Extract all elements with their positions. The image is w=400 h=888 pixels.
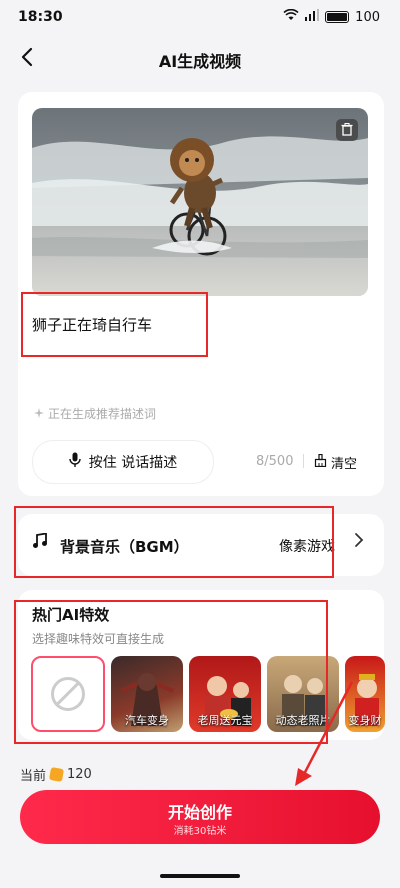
start-cost: 消耗30钻米: [173, 826, 227, 837]
suggest-text: 正在生成推荐描述词: [48, 407, 157, 421]
voice-input-button[interactable]: 按住 说话描述: [32, 440, 214, 484]
char-counter: 8/500: [256, 454, 294, 469]
balance-amount: 120: [67, 767, 92, 782]
delete-icon[interactable]: [336, 119, 358, 141]
broom-icon: [314, 453, 327, 471]
wifi-icon: [283, 8, 299, 25]
coin-icon: [48, 766, 65, 783]
battery-level: 100: [355, 9, 380, 25]
home-indicator: [160, 874, 240, 878]
clear-label: 清空: [331, 457, 358, 472]
microphone-icon: [69, 452, 81, 472]
balance: 当前 120: [20, 765, 92, 784]
clear-button[interactable]: 清空: [314, 453, 357, 472]
signal-icon: [305, 9, 320, 25]
sparkle-icon: [34, 407, 44, 421]
annotation-arrow: [295, 681, 354, 786]
divider: [303, 454, 304, 468]
status-time: 18:30: [18, 9, 63, 25]
status-icons: 100: [283, 8, 380, 25]
header: AI生成视频: [0, 34, 400, 82]
annotation-box-bgm: [14, 506, 334, 578]
suggest-status: 正在生成推荐描述词: [34, 405, 156, 422]
chevron-right-icon[interactable]: [354, 532, 364, 553]
balance-label: 当前: [20, 769, 47, 784]
start-label: 开始创作: [167, 803, 232, 822]
prompt-text[interactable]: 狮子正在琦自行车: [32, 314, 152, 335]
uploaded-image[interactable]: [32, 108, 368, 296]
start-create-button[interactable]: 开始创作 消耗30钻米: [20, 790, 380, 844]
voice-input-label: 按住 说话描述: [88, 455, 178, 471]
page-title: AI生成视频: [158, 52, 242, 71]
annotation-box-effects: [14, 600, 328, 744]
battery-icon: [325, 11, 350, 23]
status-bar: 18:30 100: [0, 0, 400, 34]
